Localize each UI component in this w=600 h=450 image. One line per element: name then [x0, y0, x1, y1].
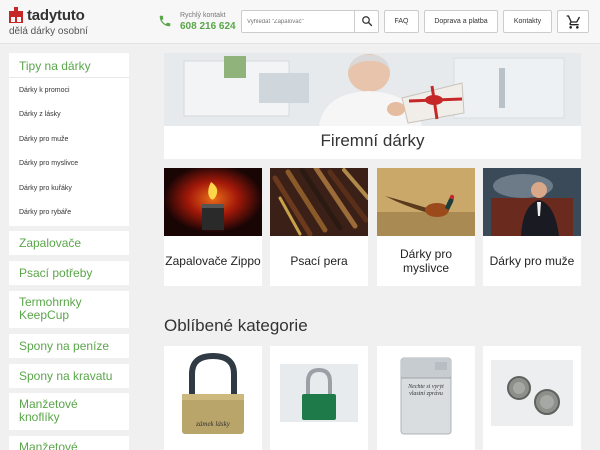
hero-image — [164, 53, 581, 126]
sidebar-label: Termohrnky KeepCup — [19, 295, 82, 322]
logo-tagline: dělá dárky osobní — [9, 26, 88, 37]
category-card-pens[interactable]: Psací pera — [270, 168, 368, 286]
cart-button[interactable] — [557, 10, 589, 33]
category-card-men[interactable]: Dárky pro muže — [483, 168, 581, 286]
padlock-engraved-image: zámek lásky — [164, 346, 262, 442]
sidebar-item-lighters[interactable]: Zapalovače — [9, 231, 129, 255]
gift-tips-menu: Tipy na dárky Dárky k promoci Dárky z lá… — [9, 53, 129, 226]
card-image — [377, 168, 475, 236]
search-button[interactable] — [354, 11, 378, 32]
engraving-text: Nechte si vyrýt vlastní zprávu — [408, 384, 444, 397]
shipping-button[interactable]: Doprava a platba — [424, 10, 498, 33]
sidebar-item-keepcup[interactable]: Termohrnky KeepCup — [9, 291, 129, 328]
category-card-hunters[interactable]: Dárky pro myslivce — [377, 168, 475, 286]
sidebar-item-writing[interactable]: Psací potřeby — [9, 261, 129, 285]
contact-label: Rychlý kontakt — [180, 12, 226, 19]
phone-icon — [159, 15, 171, 27]
sidebar-heading-gift-tips[interactable]: Tipy na dárky — [9, 59, 91, 73]
sidebar-item-men[interactable]: Dárky pro muže — [19, 136, 68, 143]
product-card-cufflinks[interactable] — [483, 346, 581, 450]
sidebar-item-money-clips[interactable]: Spony na peníze — [9, 334, 129, 358]
green-padlock-image — [270, 346, 368, 442]
sidebar-label: Spony na kravatu — [19, 369, 113, 383]
logo-icon — [9, 7, 23, 23]
sidebar-item-smokers[interactable]: Dárky pro kuřáky — [19, 185, 72, 192]
site-header: tadytuto dělá dárky osobní Rychlý kontak… — [0, 0, 600, 44]
sidebar-item-cufflinks[interactable]: Manžetové knoflíky — [9, 393, 129, 430]
sidebar-label: Manžetové knoflíky — [19, 397, 78, 424]
card-label: Dárky pro myslivce — [399, 247, 452, 275]
search-icon — [362, 16, 373, 27]
card-label: Zapalovače Zippo — [165, 254, 261, 268]
sidebar-item-fishermen[interactable]: Dárky pro rybáře — [19, 209, 71, 216]
engraved-lighter-image: Nechte si vyrýt vlastní zprávu — [377, 346, 475, 442]
sidebar-item-tie-clips[interactable]: Spony na kravatu — [9, 364, 129, 388]
search-box — [241, 10, 379, 33]
cart-icon — [566, 15, 581, 29]
favorites-heading: Oblíbené kategorie — [164, 316, 308, 335]
cufflinks-image — [483, 346, 581, 442]
card-image — [483, 168, 581, 236]
product-card-padlock[interactable]: zámek lásky — [164, 346, 262, 450]
corporate-gifts-banner[interactable]: Firemní dárky — [164, 53, 581, 159]
sidebar-item-cufflinks-more[interactable]: Manžetové — [9, 436, 129, 450]
logo-name: tadytuto — [27, 7, 85, 24]
sidebar-label: Zapalovače — [19, 236, 82, 250]
sidebar-label: Manžetové — [19, 440, 78, 450]
contact-phone[interactable]: 608 216 624 — [180, 21, 236, 32]
sidebar-label: Spony na peníze — [19, 339, 110, 353]
sidebar-item-love[interactable]: Dárky z lásky — [19, 111, 61, 118]
hero-title: Firemní dárky — [320, 131, 425, 150]
search-input[interactable] — [242, 11, 355, 32]
contacts-button[interactable]: Kontakty — [503, 10, 552, 33]
divider — [9, 77, 129, 78]
card-label: Dárky pro muže — [489, 254, 575, 268]
sidebar-item-graduation[interactable]: Dárky k promoci — [19, 87, 70, 94]
faq-button[interactable]: FAQ — [384, 10, 419, 33]
product-card-lighter[interactable]: Nechte si vyrýt vlastní zprávu — [377, 346, 475, 450]
card-image — [164, 168, 262, 236]
hero-illustration — [164, 53, 581, 126]
quick-contact[interactable]: Rychlý kontakt 608 216 624 — [158, 10, 238, 34]
card-image — [270, 168, 368, 236]
sidebar-item-hunters[interactable]: Dárky pro myslivce — [19, 160, 78, 167]
card-label: Psací pera — [290, 254, 348, 268]
sidebar-label: Psací potřeby — [19, 266, 93, 280]
category-card-zippo[interactable]: Zapalovače Zippo — [164, 168, 262, 286]
engraving-text: zámek lásky — [195, 420, 231, 428]
logo[interactable]: tadytuto dělá dárky osobní — [8, 6, 128, 40]
product-card-green-padlock[interactable] — [270, 346, 368, 450]
